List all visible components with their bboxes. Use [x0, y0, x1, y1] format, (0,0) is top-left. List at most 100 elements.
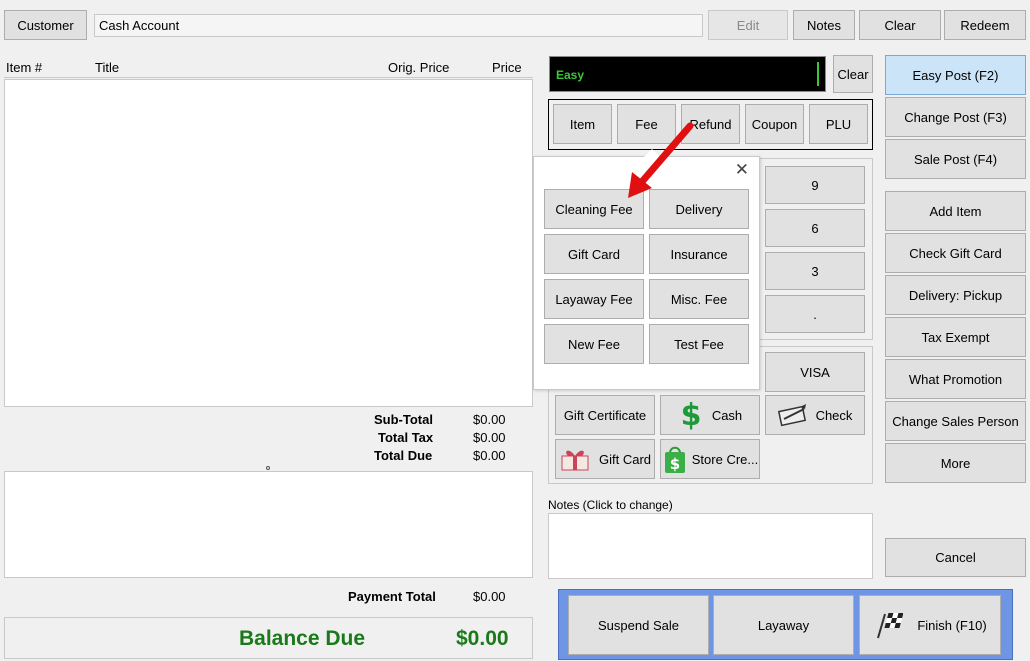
redeem-button[interactable]: Redeem	[944, 10, 1026, 40]
total-due-label: Total Due	[374, 448, 433, 463]
gift-card-button[interactable]: Gift Card	[555, 439, 655, 479]
gift-certificate-label: Gift Certificate	[563, 407, 647, 423]
column-price: Price	[492, 60, 522, 75]
cancel-button[interactable]: Cancel	[885, 538, 1026, 577]
fee-gift-card-label: Gift Card	[567, 246, 620, 262]
key-6-label: 6	[811, 220, 819, 236]
subtotal-value: $0.00	[473, 412, 506, 427]
notes-caption: Notes (Click to change)	[548, 498, 673, 512]
entry-clear-label: Clear	[837, 66, 869, 82]
entry-display[interactable]: Easy	[549, 56, 826, 92]
fee-delivery-label: Delivery	[675, 201, 723, 217]
notes-label: Notes	[807, 17, 841, 33]
fee-layaway-fee-label: Layaway Fee	[555, 291, 633, 307]
svg-text:$: $	[670, 455, 680, 473]
key-9[interactable]: 9	[765, 166, 865, 204]
items-table-header: Item # Title Orig. Price Price	[4, 56, 533, 78]
clear-top-button[interactable]: Clear	[859, 10, 941, 40]
fee-test-fee[interactable]: Test Fee	[649, 324, 749, 364]
fee-layaway-fee[interactable]: Layaway Fee	[544, 279, 644, 319]
change-sales-person-label: Change Sales Person	[892, 413, 1019, 429]
cash-label: Cash	[711, 407, 743, 423]
close-icon[interactable]: ✕	[735, 160, 749, 180]
add-item-label: Add Item	[929, 203, 982, 219]
change-sales-person-button[interactable]: Change Sales Person	[885, 401, 1026, 441]
sale-post-label: Sale Post (F4)	[913, 151, 998, 167]
cancel-label: Cancel	[935, 550, 976, 565]
fee-gift-card[interactable]: Gift Card	[544, 234, 644, 274]
key-9-label: 9	[811, 177, 819, 193]
suspend-sale-label: Suspend Sale	[598, 617, 679, 633]
total-tax-label: Total Tax	[378, 430, 434, 445]
edit-label: Edit	[736, 17, 760, 33]
balance-due-panel: Balance Due $0.00	[4, 617, 533, 659]
shopping-bag-icon: $	[662, 444, 688, 474]
change-post-button[interactable]: Change Post (F3)	[885, 97, 1026, 137]
subtotal-label: Sub-Total	[374, 412, 433, 427]
delivery-pickup-label: Delivery: Pickup	[908, 287, 1003, 303]
payment-total-label: Payment Total	[348, 589, 436, 604]
what-promotion-button[interactable]: What Promotion	[885, 359, 1026, 399]
delivery-pickup-button[interactable]: Delivery: Pickup	[885, 275, 1026, 315]
suspend-sale-button[interactable]: Suspend Sale	[568, 595, 709, 655]
layaway-button[interactable]: Layaway	[713, 595, 854, 655]
svg-text:$: $	[680, 400, 701, 430]
notes-box[interactable]	[548, 513, 873, 579]
easy-post-button[interactable]: Easy Post (F2)	[885, 55, 1026, 95]
clear-top-label: Clear	[884, 17, 916, 33]
fee-insurance-label: Insurance	[670, 246, 728, 262]
check-icon	[777, 403, 808, 427]
edit-button[interactable]: Edit	[708, 10, 788, 40]
key-3-label: 3	[811, 263, 819, 279]
customer-name-value: Cash Account	[99, 18, 180, 33]
balance-due-label: Balance Due	[239, 627, 366, 650]
annotation-arrow-icon	[628, 122, 694, 198]
check-label: Check	[815, 407, 853, 423]
entry-clear-button[interactable]: Clear	[833, 55, 873, 93]
key-decimal-label: .	[813, 306, 817, 322]
total-due-value: $0.00	[473, 448, 506, 463]
store-credit-button[interactable]: $ Store Cre...	[660, 439, 760, 479]
visa-button[interactable]: VISA	[765, 352, 865, 392]
check-button[interactable]: Check	[765, 395, 865, 435]
payments-list[interactable]	[4, 471, 533, 578]
finish-button[interactable]: Finish (F10)	[859, 595, 1001, 655]
customer-button-label: Customer	[17, 17, 74, 33]
column-title: Title	[95, 60, 120, 75]
more-button[interactable]: More	[885, 443, 1026, 483]
what-promotion-label: What Promotion	[908, 371, 1003, 387]
tab-coupon[interactable]: Coupon	[745, 104, 804, 144]
balance-due-value: $0.00	[456, 627, 509, 650]
key-3[interactable]: 3	[765, 252, 865, 290]
tax-exempt-button[interactable]: Tax Exempt	[885, 317, 1026, 357]
tab-plu-label: PLU	[825, 116, 852, 132]
gift-certificate-button[interactable]: Gift Certificate	[555, 395, 655, 435]
column-orig-price: Orig. Price	[388, 60, 450, 75]
check-gift-card-button[interactable]: Check Gift Card	[885, 233, 1026, 273]
fee-new-fee[interactable]: New Fee	[544, 324, 644, 364]
customer-name-field[interactable]: Cash Account	[94, 14, 703, 37]
fee-insurance[interactable]: Insurance	[649, 234, 749, 274]
entry-cursor	[817, 62, 819, 86]
tab-plu[interactable]: PLU	[809, 104, 868, 144]
customer-button[interactable]: Customer	[4, 10, 87, 40]
tab-item[interactable]: Item	[553, 104, 612, 144]
more-label: More	[940, 455, 971, 471]
tab-item-label: Item	[569, 116, 596, 132]
fee-misc-fee[interactable]: Misc. Fee	[649, 279, 749, 319]
cash-button[interactable]: $ Cash	[660, 395, 760, 435]
key-6[interactable]: 6	[765, 209, 865, 247]
sale-post-button[interactable]: Sale Post (F4)	[885, 139, 1026, 179]
fee-new-fee-label: New Fee	[567, 336, 621, 352]
fee-cleaning-fee-label: Cleaning Fee	[555, 201, 633, 217]
add-item-button[interactable]: Add Item	[885, 191, 1026, 231]
fee-test-fee-label: Test Fee	[674, 336, 724, 352]
notes-button[interactable]: Notes	[793, 10, 855, 40]
finish-label: Finish (F10)	[917, 617, 987, 633]
splitter-handle[interactable]	[266, 466, 270, 470]
store-credit-label: Store Cre...	[691, 451, 759, 467]
key-decimal[interactable]: .	[765, 295, 865, 333]
items-list[interactable]	[4, 79, 533, 407]
tab-coupon-label: Coupon	[751, 116, 798, 132]
entry-mode-text: Easy	[556, 68, 585, 82]
